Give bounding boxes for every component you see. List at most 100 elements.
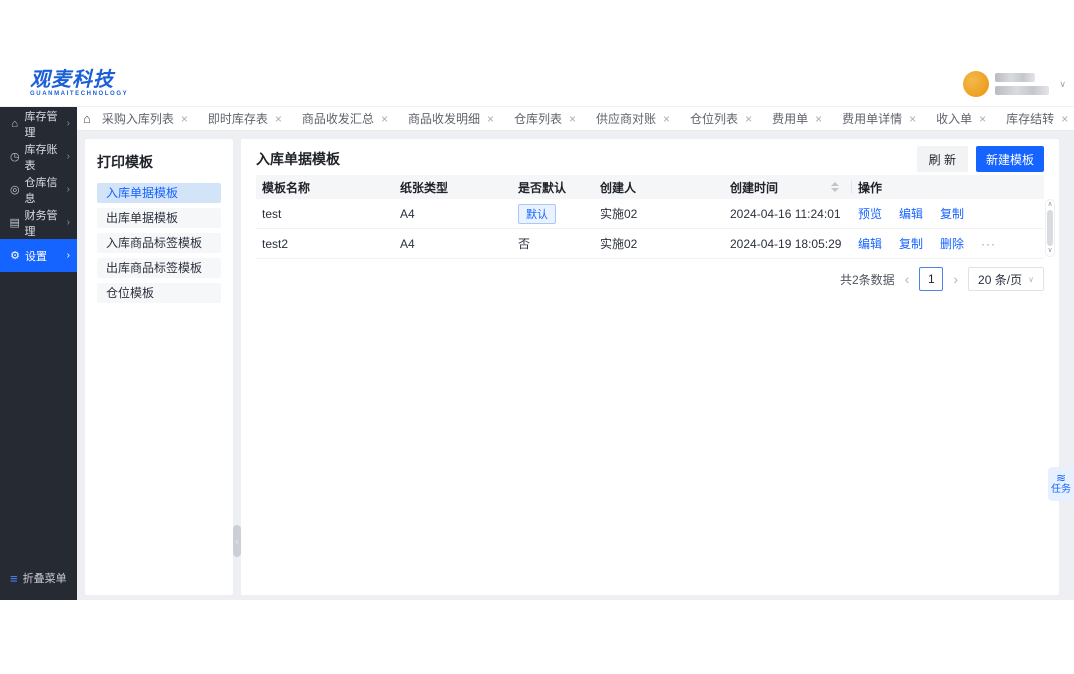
default-badge: 默认 [518,203,556,224]
content-area: 打印模板 入库单据模板 出库单据模板 入库商品标签模板 出库商品标签模板 仓位模… [77,131,1074,600]
cell-actions: 预览 编辑 复制 [852,205,1044,222]
collapse-menu-label: 折叠菜单 [22,573,67,585]
print-template-panel: 打印模板 入库单据模板 出库单据模板 入库商品标签模板 出库商品标签模板 仓位模… [85,139,233,595]
gear-icon: ⚙ [10,250,20,262]
close-icon[interactable]: × [663,112,670,126]
tab-storage-location-list[interactable]: 仓位列表 × [681,107,761,131]
tab-income-bill[interactable]: 收入单 × [927,107,995,131]
tab-warehouse-list[interactable]: 仓库列表 × [505,107,585,131]
edit-link[interactable]: 编辑 [858,235,882,252]
header-is-default: 是否默认 [518,180,567,195]
tab-expense-bill-detail[interactable]: 费用单详情 × [833,107,925,131]
avatar [963,71,990,97]
warehouse-icon: ◎ [9,184,20,196]
sort-icon[interactable] [831,182,839,192]
brand-logo: 观麦科技 GUANMAITECHNOLOGY [30,69,128,97]
tab-expense-bill[interactable]: 费用单 × [763,107,831,131]
preview-link[interactable]: 预览 [858,205,882,222]
sidebar-item-inventory-management[interactable]: ⌂ 库存管理 › [0,107,77,140]
inbound-template-panel: 入库单据模板 刷 新 新建模板 模板名称 纸张类型 是否默认 创建人 创建时间 [241,139,1059,595]
hamburger-icon: ≡ [10,570,18,586]
finance-icon: ▤ [9,217,20,229]
top-bar: 观麦科技 GUANMAITECHNOLOGY ∨ [0,60,1074,107]
copy-link[interactable]: 复制 [940,205,964,222]
close-icon[interactable]: × [275,112,282,126]
page-size-select[interactable]: 20 条/页 ∨ [968,267,1044,291]
task-fab-button[interactable]: ≋ 任务 [1048,467,1074,501]
page-size-value: 20 条/页 [978,272,1023,287]
tab-label: 仓库列表 [513,112,562,126]
total-count-label: 共2条数据 [839,272,895,287]
close-icon[interactable]: × [979,112,986,126]
table-scrollbar[interactable]: ∧ ∨ [1045,199,1055,257]
cell-creator: 实施02 [600,207,638,221]
template-item-outbound-goods-label[interactable]: 出库商品标签模板 [97,258,221,278]
next-page-button[interactable]: › [953,271,958,287]
tab-goods-inout-detail[interactable]: 商品收发明细 × [399,107,503,131]
header-template-name: 模板名称 [262,180,311,195]
close-icon[interactable]: × [745,112,752,126]
close-icon[interactable]: × [815,112,822,126]
header-created-time: 创建时间 [724,180,852,195]
user-menu[interactable]: ∨ [963,70,1066,98]
chevron-down-icon: ∨ [1059,78,1066,89]
template-item-inbound-goods-label[interactable]: 入库商品标签模板 [97,233,221,253]
copy-link[interactable]: 复制 [899,235,923,252]
sidebar-item-finance-management[interactable]: ▤ 财务管理 › [0,206,77,239]
refresh-button[interactable]: 刷 新 [916,146,968,172]
tab-goods-inout-summary[interactable]: 商品收发汇总 × [293,107,397,131]
close-icon[interactable]: × [909,112,916,126]
edit-link[interactable]: 编辑 [899,205,923,222]
scroll-up-icon[interactable]: ∧ [1047,201,1052,209]
home-icon[interactable]: ⌂ [83,111,91,126]
close-icon[interactable]: × [1061,112,1068,126]
chevron-right-icon: › [66,217,70,228]
page: 观麦科技 GUANMAITECHNOLOGY ∨ ⌂ 库存管理 › ◷ 库存账表… [0,0,1074,674]
delete-link[interactable]: 删除 [940,235,964,252]
sidebar-item-warehouse-info[interactable]: ◎ 仓库信息 › [0,173,77,206]
user-info-redacted [995,73,1050,95]
tab-purchase-inbound-list[interactable]: 采购入库列表 × [93,107,197,131]
template-item-inbound-doc[interactable]: 入库单据模板 [97,183,221,203]
tab-label: 供应商对账 [596,112,657,126]
chevron-right-icon: › [66,151,70,162]
close-icon[interactable]: × [569,112,576,126]
template-table: 模板名称 纸张类型 是否默认 创建人 创建时间 操作 test A4 默认 实施… [256,175,1044,259]
table-row: test A4 默认 实施02 2024-04-16 11:24:01 预览 编… [256,199,1044,229]
tab-bar: ⌂ 采购入库列表 × 即时库存表 × 商品收发汇总 × 商品收发明细 × 仓库列表 × 供… [77,107,1074,131]
sidebar-item-label: 财务管理 [24,209,58,238]
prev-page-button[interactable]: ‹ [905,271,910,287]
page-title: 入库单据模板 [256,151,340,167]
current-page-button[interactable]: 1 [919,267,944,291]
close-icon[interactable]: × [487,112,494,126]
tab-label: 采购入库列表 [101,112,174,126]
scrollbar-thumb[interactable] [1047,210,1053,246]
header-actions: 操作 [858,180,883,195]
template-item-outbound-doc[interactable]: 出库单据模板 [97,208,221,228]
cell-created-time: 2024-04-16 11:24:01 [730,206,841,221]
pagination: 共2条数据 ‹ 1 › 20 条/页 ∨ [840,267,1044,291]
task-fab-label: 任务 [1051,484,1071,495]
tab-label: 收入单 [936,112,973,126]
tab-realtime-inventory[interactable]: 即时库存表 × [199,107,291,131]
tab-label: 费用单 [772,112,809,126]
table-row: test2 A4 否 实施02 2024-04-19 18:05:29 编辑 复… [256,229,1044,259]
scroll-down-icon[interactable]: ∨ [1047,247,1052,255]
panel-collapse-handle[interactable]: ‹ [233,525,241,557]
template-item-storage-location[interactable]: 仓位模板 [97,283,221,303]
close-icon[interactable]: × [381,112,388,126]
create-template-button[interactable]: 新建模板 [975,146,1044,172]
tab-label: 即时库存表 [207,112,268,126]
cell-paper-type: A4 [400,236,415,251]
close-icon[interactable]: × [181,112,188,126]
tab-inventory-carryover[interactable]: 库存结转 × [997,107,1074,131]
cell-paper-type: A4 [400,206,415,221]
collapse-menu-button[interactable]: ≡ 折叠菜单 [10,570,67,586]
sidebar-item-inventory-reports[interactable]: ◷ 库存账表 › [0,140,77,173]
more-actions-icon[interactable]: ··· [981,237,996,251]
panel-title: 打印模板 [97,154,153,170]
tab-supplier-reconciliation[interactable]: 供应商对账 × [587,107,679,131]
task-stack-icon: ≋ [1055,471,1067,485]
sidebar-item-label: 库存账表 [24,143,58,172]
sidebar-item-settings[interactable]: ⚙ 设置 › [0,239,77,272]
